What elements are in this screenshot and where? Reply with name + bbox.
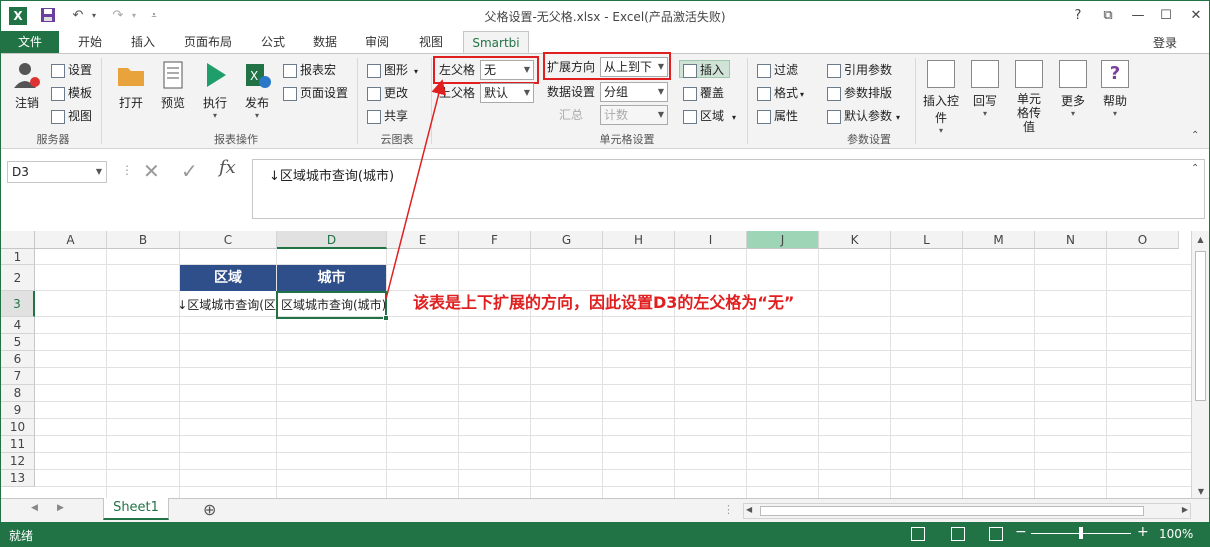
horizontal-scroll-thumb[interactable] (760, 506, 1144, 516)
add-sheet-button[interactable]: ⊕ (203, 500, 216, 519)
zoom-level[interactable]: 100% (1159, 527, 1193, 541)
status-bar: 就绪 − + 100% (1, 522, 1209, 546)
sheet-tab-bar: ◀ ▶ Sheet1 ⊕ ⋮ ◀ ▶ (1, 498, 1209, 522)
page-layout-view-icon[interactable] (951, 527, 965, 541)
status-text: 就绪 (9, 529, 34, 543)
zoom-in-icon[interactable]: + (1137, 524, 1149, 540)
sheet-nav-prev-icon[interactable]: ◀ (31, 503, 38, 513)
zoom-out-icon[interactable]: − (1015, 524, 1027, 540)
tab-split-grip-icon[interactable]: ⋮ (723, 503, 734, 516)
zoom-slider[interactable] (1031, 527, 1131, 539)
annotation-arrow (385, 79, 447, 300)
normal-view-icon[interactable] (911, 527, 925, 541)
zoom-slider-thumb[interactable] (1079, 527, 1083, 539)
scroll-right-icon[interactable]: ▶ (1182, 505, 1188, 514)
scroll-left-icon[interactable]: ◀ (746, 505, 752, 514)
horizontal-scrollbar[interactable]: ◀ ▶ (743, 503, 1191, 519)
sheet-nav-next-icon[interactable]: ▶ (57, 503, 64, 513)
page-break-view-icon[interactable] (989, 527, 1003, 541)
sheet-tab-sheet1[interactable]: Sheet1 (103, 498, 169, 520)
